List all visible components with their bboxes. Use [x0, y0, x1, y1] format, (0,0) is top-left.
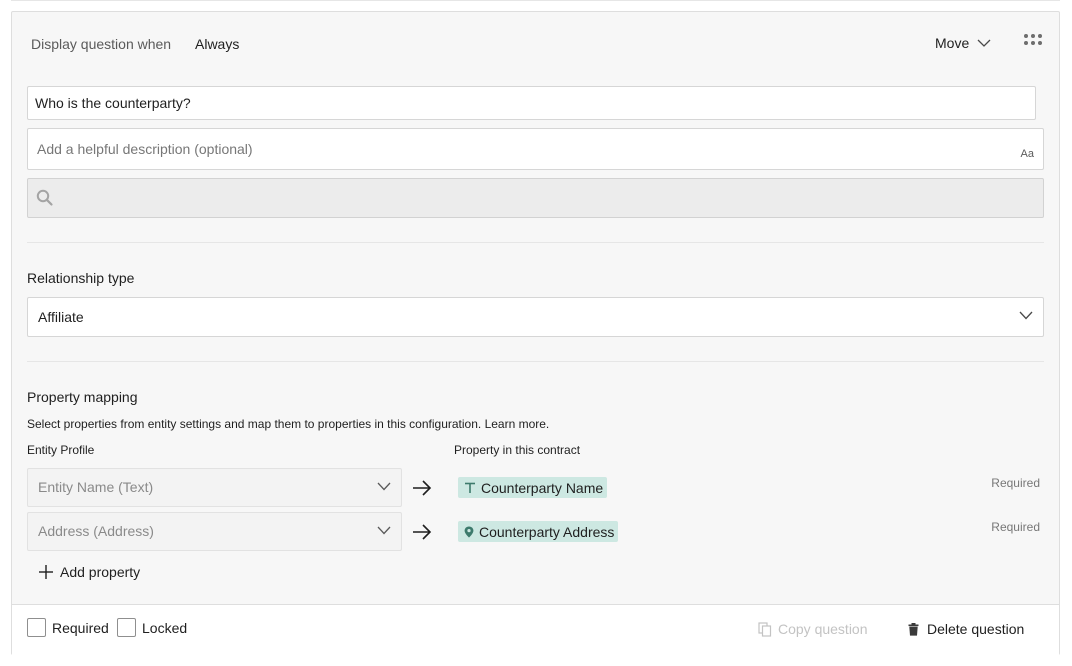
location-pin-icon: [464, 526, 474, 537]
copy-icon: [758, 621, 772, 637]
locked-checkbox[interactable]: Locked: [117, 618, 187, 637]
entity-property-value: Address (Address): [38, 523, 154, 539]
required-checkbox-label: Required: [52, 619, 109, 636]
checkbox-box[interactable]: [27, 618, 46, 637]
property-contract-header: Property in this contract: [454, 443, 581, 457]
checkbox-box[interactable]: [117, 618, 136, 637]
contract-property-chip[interactable]: Counterparty Address: [458, 521, 619, 542]
plus-icon: [39, 565, 53, 579]
property-mapping-description: Select properties from entity settings a…: [27, 417, 550, 431]
arrow-right-icon: [413, 524, 432, 540]
copy-question-button[interactable]: Copy question: [758, 621, 868, 637]
entity-property-select[interactable]: Address (Address): [27, 512, 402, 551]
display-condition-value[interactable]: Always: [195, 36, 239, 52]
text-format-button[interactable]: Aa: [1021, 148, 1034, 160]
chevron-down-icon: [377, 526, 391, 535]
arrow-right-icon: [413, 480, 432, 496]
question-footer: Required Locked Copy question Delete que…: [12, 604, 1059, 655]
section-divider: [27, 361, 1044, 362]
entity-profile-header: Entity Profile: [27, 443, 95, 457]
search-icon: [36, 189, 53, 206]
description-input[interactable]: Add a helpful description (optional) Aa: [27, 128, 1044, 170]
question-title-input[interactable]: Who is the counterparty?: [27, 86, 1036, 120]
locked-checkbox-label: Locked: [142, 619, 188, 636]
move-label: Move: [935, 35, 970, 51]
add-property-label: Add property: [60, 564, 141, 580]
contract-property-chip[interactable]: Counterparty Name: [458, 477, 608, 498]
display-condition-label: Display question when: [31, 36, 172, 52]
contract-property-label: Counterparty Name: [481, 479, 604, 496]
chevron-down-icon: [1019, 311, 1033, 320]
text-type-icon: [465, 482, 475, 493]
required-label: Required: [991, 520, 1040, 534]
top-edge-line: [11, 0, 1060, 1]
question-card: Display question when Always Move Who is…: [11, 11, 1060, 655]
contract-property-label: Counterparty Address: [479, 523, 615, 540]
chevron-down-icon: [377, 482, 391, 491]
move-button[interactable]: Move: [935, 35, 991, 51]
search-input[interactable]: [27, 178, 1044, 218]
section-divider: [27, 242, 1044, 243]
trash-icon: [908, 622, 919, 636]
description-placeholder: Add a helpful description (optional): [37, 141, 253, 157]
delete-question-label: Delete question: [927, 621, 1025, 637]
copy-question-label: Copy question: [778, 621, 868, 637]
entity-property-select[interactable]: Entity Name (Text): [27, 468, 402, 507]
required-label: Required: [991, 476, 1040, 490]
relationship-type-title: Relationship type: [27, 270, 135, 286]
entity-property-value: Entity Name (Text): [38, 479, 154, 495]
required-checkbox[interactable]: Required: [27, 618, 109, 637]
more-grid-icon[interactable]: [1023, 33, 1043, 47]
relationship-type-value: Affiliate: [38, 309, 84, 325]
property-mapping-title: Property mapping: [27, 389, 138, 405]
delete-question-button[interactable]: Delete question: [908, 621, 1024, 637]
chevron-down-icon: [977, 39, 991, 47]
relationship-type-select[interactable]: Affiliate: [27, 297, 1044, 337]
add-property-button[interactable]: Add property: [39, 564, 140, 580]
